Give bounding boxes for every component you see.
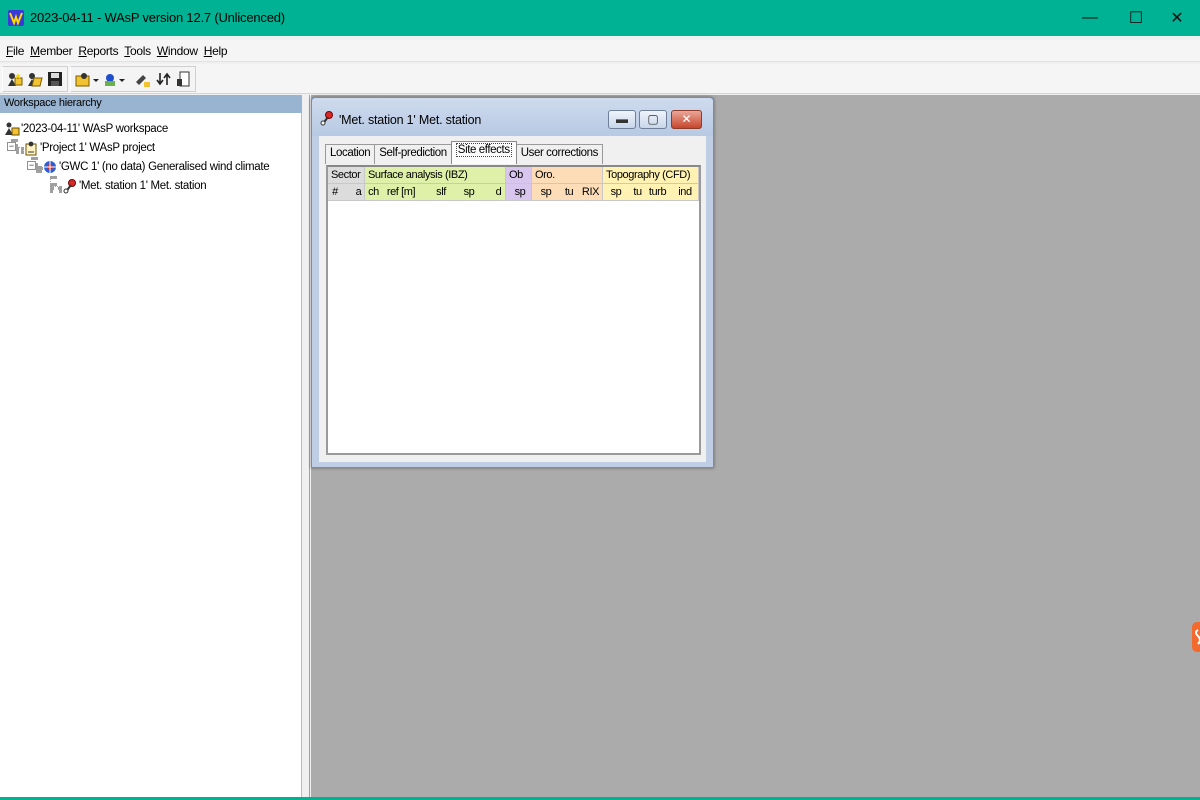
tab-location[interactable]: Location <box>325 144 376 164</box>
maximize-icon: ▢ <box>647 112 659 126</box>
window-title: 2023-04-11 - WAsP version 12.7 (Unlicenc… <box>30 10 285 25</box>
met-station-icon <box>63 179 76 194</box>
grid-column-header: # <box>332 186 338 198</box>
sort-icon[interactable] <box>155 70 173 88</box>
insert-dropdown-icon[interactable] <box>103 70 129 88</box>
wind-climate-icon <box>44 161 56 173</box>
grid-column-header: a <box>355 186 362 198</box>
grid-column-header: slf <box>436 186 446 198</box>
toolbar-group-file <box>2 66 68 92</box>
collapse-gwc-toggle[interactable]: − <box>27 161 36 170</box>
save-icon[interactable] <box>46 70 64 88</box>
toolbar-group-edit <box>70 66 196 92</box>
tab-strip: Location Self-prediction Site effects Us… <box>325 141 604 164</box>
grid-group-header: Topography (CFD) <box>603 167 699 184</box>
menu-window[interactable]: Window <box>157 44 198 58</box>
title-bar: 2023-04-11 - WAsP version 12.7 (Unlicenc… <box>0 0 1200 36</box>
tree-node-label: 'Project 1' WAsP project <box>40 142 155 154</box>
met-station-window-body: Location Self-prediction Site effects Us… <box>319 136 706 462</box>
menu-tools[interactable]: Tools <box>124 44 151 58</box>
grid-column-header: sp <box>463 186 475 198</box>
tab-self-prediction[interactable]: Self-prediction <box>374 144 452 164</box>
tree-node-label: 'GWC 1' (no data) Generalised wind clima… <box>59 161 270 173</box>
tree-node-gwc[interactable]: 'GWC 1' (no data) Generalised wind clima… <box>42 158 270 176</box>
grid-group-header: Ob <box>506 167 532 184</box>
toolbar <box>0 64 1200 94</box>
tree-node-project[interactable]: 'Project 1' WAsP project <box>23 139 155 157</box>
grid-column-header: sp <box>540 186 552 198</box>
grid-column-header: d <box>495 186 502 198</box>
tree-node-label: 'Met. station 1' Met. station <box>79 180 207 192</box>
tree-connector <box>50 176 54 186</box>
new-workspace-icon[interactable] <box>6 70 24 88</box>
grid-column-header: sp <box>514 186 526 198</box>
met-station-icon <box>320 111 333 126</box>
tree-connector <box>50 186 62 190</box>
close-icon: ✕ <box>1170 10 1184 27</box>
close-button[interactable]: ✕ <box>1154 0 1200 36</box>
workspace-hierarchy-header: Workspace hierarchy <box>0 95 302 113</box>
menu-reports[interactable]: Reports <box>78 44 118 58</box>
tab-user-corrections[interactable]: User corrections <box>515 144 604 164</box>
close-icon: ✕ <box>681 112 692 126</box>
minimize-button[interactable]: — <box>1067 0 1113 36</box>
grid-column-header: sp <box>610 186 622 198</box>
grid-column-header: ch <box>368 186 379 198</box>
grid-column-header: ind <box>678 186 692 198</box>
minimize-icon: — <box>1082 9 1098 26</box>
site-effects-grid[interactable]: Sector Surface analysis (IBZ) Ob Oro. To… <box>326 165 701 455</box>
tree-node-label: '2023-04-11' WAsP workspace <box>21 123 168 135</box>
grid-group-header: Oro. <box>532 167 603 184</box>
grid-group-header: Sector <box>328 167 365 184</box>
document-icon[interactable] <box>175 70 193 88</box>
pane-splitter[interactable] <box>302 95 310 797</box>
collapse-project-toggle[interactable]: − <box>7 142 16 151</box>
edit-icon[interactable] <box>133 70 151 88</box>
grid-column-header: ref [m] <box>386 186 416 198</box>
edge-widget-icon[interactable] <box>1190 622 1200 652</box>
grid-group-header: Surface analysis (IBZ) <box>365 167 506 184</box>
grid-column-header: turb <box>648 186 667 198</box>
maximize-button[interactable]: ☐ <box>1113 0 1159 36</box>
grid-column-header: tu <box>633 186 642 198</box>
menu-member[interactable]: Member <box>30 44 73 58</box>
tree-node-workspace[interactable]: '2023-04-11' WAsP workspace <box>4 120 168 138</box>
child-minimize-button[interactable]: ▬ <box>608 110 636 129</box>
menu-bar: File Member Reports Tools Window Help <box>0 40 1200 62</box>
grid-column-header: RIX <box>581 186 600 198</box>
tree-node-met-station[interactable]: 'Met. station 1' Met. station <box>62 177 207 195</box>
met-station-window: 'Met. station 1' Met. station ▬ ▢ ✕ Loca… <box>311 97 714 468</box>
menu-file[interactable]: File <box>6 44 24 58</box>
wasp-app-icon[interactable] <box>7 9 25 27</box>
project-icon <box>25 141 37 156</box>
met-station-window-title: 'Met. station 1' Met. station <box>339 113 482 127</box>
workspace-icon <box>5 122 20 136</box>
minimize-icon: ▬ <box>616 112 628 126</box>
maximize-icon: ☐ <box>1128 10 1144 27</box>
met-station-window-titlebar[interactable]: 'Met. station 1' Met. station ▬ ▢ ✕ <box>312 98 713 136</box>
workspace-hierarchy-pane: Workspace hierarchy − − '2023-04-11' WAs… <box>0 95 302 797</box>
tab-site-effects[interactable]: Site effects <box>450 141 517 164</box>
grid-column-header: tu <box>564 186 574 198</box>
open-workspace-icon[interactable] <box>26 70 44 88</box>
open-project-dropdown-icon[interactable] <box>75 70 101 88</box>
child-maximize-button[interactable]: ▢ <box>639 110 667 129</box>
menu-help[interactable]: Help <box>204 44 228 58</box>
child-close-button[interactable]: ✕ <box>671 110 702 129</box>
